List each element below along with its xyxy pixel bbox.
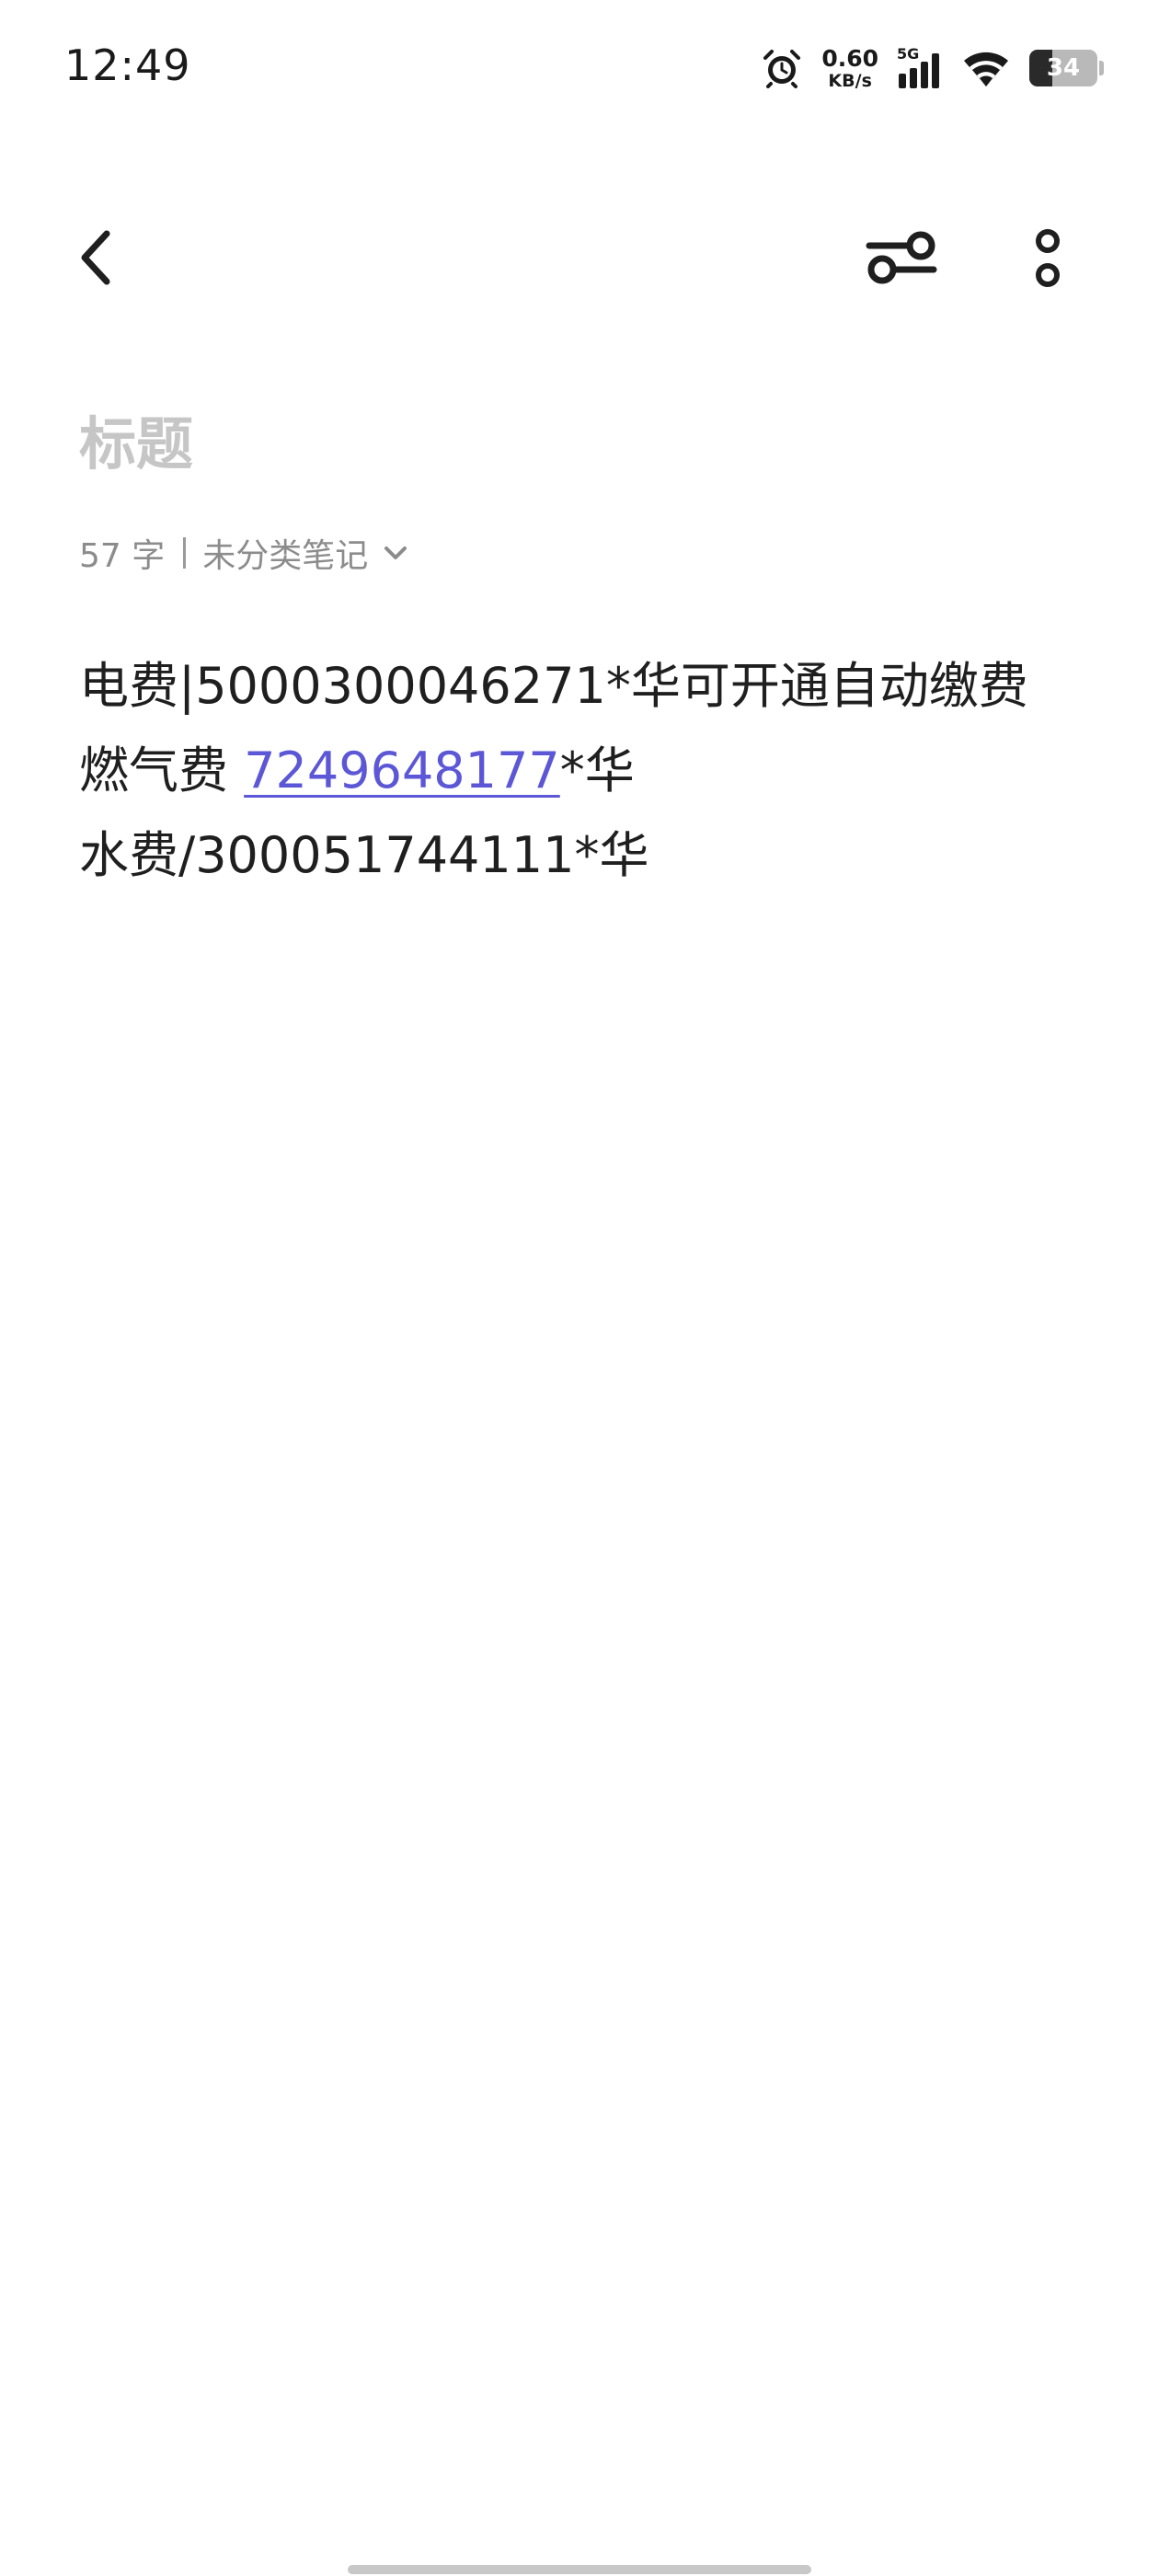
phone-number-link[interactable]: 7249648177 xyxy=(244,742,560,799)
status-icons: 0.60 KB/s 5G 34 xyxy=(761,40,1104,96)
alarm-clock-icon xyxy=(763,50,801,88)
chevron-down-icon xyxy=(384,546,407,559)
network-type-label: 5G xyxy=(897,46,919,63)
sliders-icon xyxy=(866,231,937,284)
back-button[interactable] xyxy=(64,221,129,294)
wifi-icon xyxy=(964,52,1008,86)
gesture-navigation-bar[interactable] xyxy=(348,2565,811,2574)
title-input[interactable] xyxy=(79,397,1082,489)
battery-level: 34 xyxy=(1046,54,1081,82)
category-label: 未分类笔记 xyxy=(202,537,369,575)
category-selector[interactable]: 未分类笔记 xyxy=(202,529,408,577)
meta-divider xyxy=(183,537,187,569)
network-speed-value: 0.60 xyxy=(821,44,878,72)
cellular-signal-icon: 5G xyxy=(897,46,939,88)
note-body-editor[interactable]: 电费|5000300046271*华可开通自动缴费 燃气费 7249648177… xyxy=(79,644,1091,898)
note-line-water: 水费/300051744111*华 xyxy=(79,826,649,884)
gas-label: 燃气费 xyxy=(79,742,245,799)
note-line-gas: 燃气费 7249648177*华 xyxy=(79,729,1091,813)
format-button[interactable] xyxy=(860,221,943,294)
status-bar: 12:49 0.60 KB/s 5G 34 xyxy=(0,0,1159,138)
battery-tip xyxy=(1099,61,1104,75)
status-time: 12:49 xyxy=(64,40,191,90)
note-line-electricity: 电费|5000300046271*华可开通自动缴费 xyxy=(79,657,1028,715)
network-speed-unit: KB/s xyxy=(828,70,872,91)
more-options-button[interactable] xyxy=(1016,221,1081,294)
more-vertical-icon xyxy=(1036,229,1060,287)
note-meta: 57 字 未分类笔记 xyxy=(79,528,408,578)
battery-indicator: 34 xyxy=(1029,50,1097,86)
gas-suffix: *华 xyxy=(559,742,635,799)
network-speed: 0.60 KB/s xyxy=(821,47,878,90)
top-toolbar xyxy=(0,202,1159,313)
chevron-left-icon xyxy=(81,230,110,285)
char-count: 57 字 xyxy=(79,537,166,575)
